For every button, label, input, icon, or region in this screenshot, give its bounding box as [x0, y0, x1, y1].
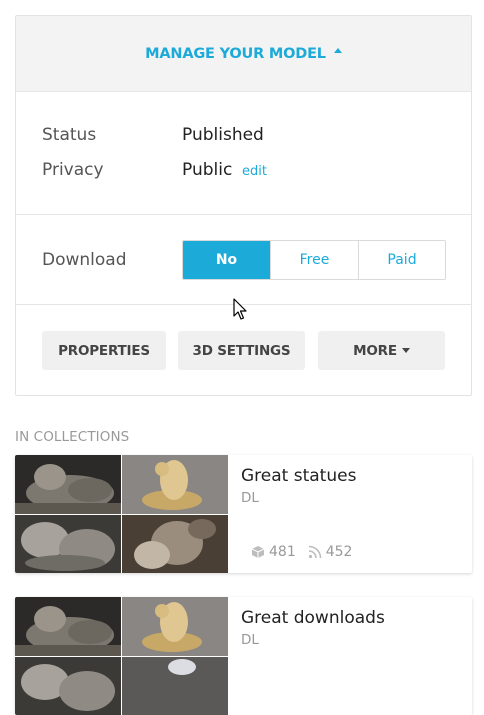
followers-count: 452 — [325, 544, 353, 560]
manage-model-panel: MANAGE YOUR MODEL Status Published Priva… — [15, 15, 472, 396]
privacy-edit-link[interactable]: edit — [242, 164, 267, 179]
manage-model-title: MANAGE YOUR MODEL — [145, 45, 326, 62]
collection-title: Great downloads — [241, 608, 385, 628]
more-button-label: MORE — [353, 342, 397, 359]
thumbnail-golden-statue — [122, 455, 228, 514]
privacy-label: Privacy — [42, 160, 104, 180]
manage-model-toggle[interactable]: MANAGE YOUR MODEL — [16, 16, 471, 92]
download-option-paid[interactable]: Paid — [358, 241, 445, 279]
thumbnail-golden-statue — [122, 597, 228, 656]
thumbnail-lion-statue — [15, 597, 121, 656]
divider — [16, 214, 471, 215]
collection-author: DL — [241, 632, 259, 648]
status-label: Status — [42, 125, 97, 145]
thumbnail-marble-group — [15, 515, 121, 573]
download-option-free[interactable]: Free — [270, 241, 358, 279]
download-label: Download — [42, 250, 127, 270]
caret-up-icon — [333, 48, 342, 53]
3d-settings-button[interactable]: 3D SETTINGS — [178, 331, 305, 370]
download-option-group: No Free Paid — [182, 240, 446, 280]
status-value: Published — [182, 125, 264, 145]
properties-button-label: PROPERTIES — [58, 342, 150, 359]
collection-stats: 481 452 — [251, 544, 352, 560]
download-option-no[interactable]: No — [183, 241, 270, 279]
collection-title: Great statues — [241, 466, 357, 486]
more-button[interactable]: MORE — [318, 331, 445, 370]
collection-thumbnails — [15, 597, 228, 715]
caret-down-icon — [401, 348, 410, 353]
privacy-value: Public — [182, 160, 233, 180]
properties-button[interactable]: PROPERTIES — [42, 331, 166, 370]
in-collections-heading: IN COLLECTIONS — [15, 429, 130, 445]
collection-author: DL — [241, 490, 259, 506]
collection-thumbnails — [15, 455, 228, 573]
collection-card-great-downloads[interactable]: Great downloads DL — [15, 597, 472, 715]
collection-card-great-statues[interactable]: Great statues DL 481 452 — [15, 455, 472, 573]
thumbnail-lion-statue — [15, 455, 121, 514]
thumbnail-sculpture-figure — [122, 515, 228, 573]
cube-icon — [251, 546, 265, 558]
mouse-pointer-icon — [233, 298, 247, 320]
rss-icon — [308, 545, 322, 559]
models-count: 481 — [269, 544, 296, 560]
thumbnail-white-figure — [122, 657, 228, 715]
thumbnail-marble-group — [15, 657, 121, 715]
3d-settings-button-label: 3D SETTINGS — [192, 342, 291, 359]
